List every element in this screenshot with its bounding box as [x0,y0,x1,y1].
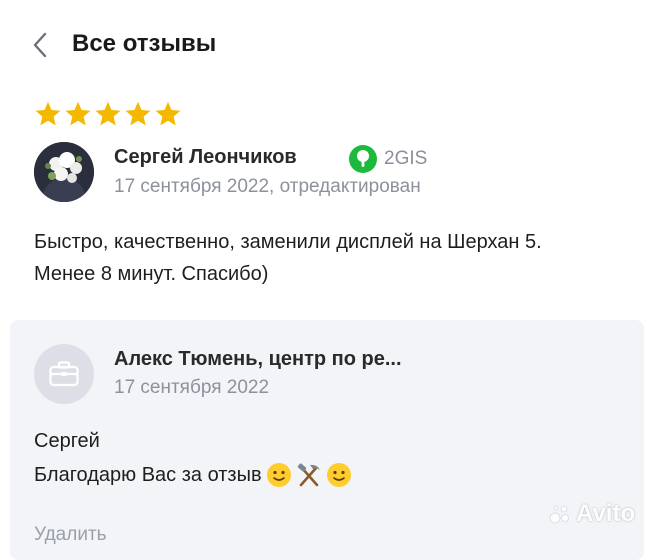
review-text: Быстро, качественно, заменили дисплей на… [34,231,542,285]
chevron-left-icon [33,32,47,58]
star-icon [125,101,151,126]
reply-avatar [34,344,94,404]
reviewer-avatar [34,142,94,202]
slightly-smiling-face-icon [266,463,291,487]
reply-text: Благодарю Вас за отзыв [34,463,262,486]
reply-greeting: Сергей [34,430,100,452]
review-source: 2GIS [348,144,427,174]
reviewer-name[interactable]: Сергей Леончиков [114,146,297,169]
star-icon [95,101,121,126]
back-button[interactable] [28,28,56,62]
rating-stars [34,100,182,128]
star-icon [155,101,181,126]
star-icon [35,101,61,126]
reply-text-line: Благодарю Вас за отзыв [34,462,352,488]
delete-reply-link[interactable]: Удалить [34,524,107,546]
page-title: Все отзывы [72,30,217,57]
briefcase-icon [49,361,79,387]
hammer-and-pick-icon [297,463,320,487]
reply-date: 17 сентября 2022 [114,377,270,398]
source-label: 2GIS [384,148,428,169]
header: Все отзывы [0,0,653,90]
avito-watermark: Avito [548,500,635,528]
reply-author[interactable]: Алекс Тюмень, центр по ре... [114,348,402,371]
star-icon [65,101,91,126]
2gis-logo-icon [349,145,377,173]
watermark-text: Avito [576,500,636,527]
review-date: 17 сентября 2022, отредактирован [114,176,421,197]
slightly-smiling-face-icon [326,463,351,487]
avito-logo-icon [549,505,569,524]
